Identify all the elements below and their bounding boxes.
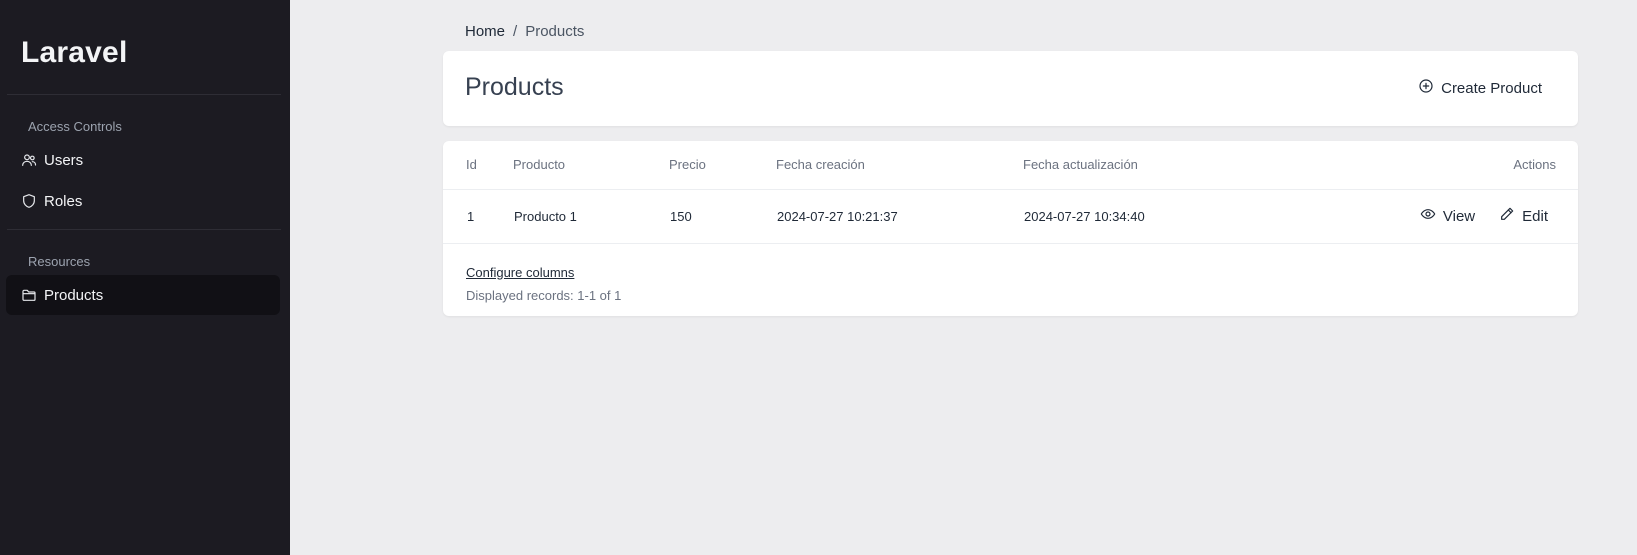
sidebar-item-label: Roles: [44, 192, 83, 210]
page-header-card: Products Create Product: [443, 51, 1578, 126]
sidebar-divider: [7, 229, 281, 230]
products-table-card: Id Producto Precio Fecha creación Fecha …: [443, 141, 1578, 316]
create-product-button[interactable]: Create Product: [1418, 78, 1542, 98]
view-label: View: [1442, 207, 1476, 225]
sidebar-item-products[interactable]: Products: [6, 275, 280, 315]
products-table: Id Producto Precio Fecha creación Fecha …: [443, 141, 1578, 244]
cell-fecha-actualizacion: 2024-07-27 10:34:40: [1023, 189, 1265, 244]
column-header-precio[interactable]: Precio: [669, 141, 776, 190]
section-title-resources: Resources: [28, 254, 91, 269]
table-footer: Configure columns Displayed records: 1-1…: [443, 244, 1578, 303]
folder-icon: [21, 287, 37, 303]
breadcrumb-home[interactable]: Home: [465, 23, 505, 40]
sidebar-divider: [7, 94, 281, 95]
cell-precio: 150: [669, 189, 776, 244]
plus-circle-icon: [1418, 78, 1434, 98]
cell-fecha-creacion: 2024-07-27 10:21:37: [776, 189, 1023, 244]
table-header-row: Id Producto Precio Fecha creación Fecha …: [443, 141, 1578, 190]
cell-id: 1: [443, 189, 513, 244]
sidebar-item-label: Products: [44, 286, 104, 304]
column-header-producto[interactable]: Producto: [513, 141, 669, 190]
breadcrumb-separator: /: [513, 23, 518, 40]
brand-logo[interactable]: Laravel: [21, 36, 127, 70]
cell-producto: Producto 1: [513, 189, 669, 244]
edit-button[interactable]: Edit: [1499, 206, 1548, 226]
sidebar-item-label: Users: [44, 151, 84, 169]
eye-icon: [1420, 206, 1436, 226]
sidebar-item-roles[interactable]: Roles: [6, 181, 280, 221]
column-header-fecha-actualizacion[interactable]: Fecha actualización: [1023, 141, 1265, 190]
page-title: Products: [465, 73, 564, 101]
cell-actions: View Edit: [1264, 189, 1578, 244]
records-count: Displayed records: 1-1 of 1: [466, 287, 622, 303]
edit-label: Edit: [1522, 207, 1548, 225]
users-icon: [21, 152, 37, 168]
shield-icon: [21, 193, 37, 209]
view-button[interactable]: View: [1420, 206, 1475, 226]
table-row: 1 Producto 1 150 2024-07-27 10:21:37 202…: [443, 189, 1578, 244]
create-product-label: Create Product: [1441, 79, 1542, 97]
pencil-icon: [1499, 206, 1515, 226]
column-header-fecha-creacion[interactable]: Fecha creación: [776, 141, 1023, 190]
column-header-actions: Actions: [1264, 141, 1578, 190]
breadcrumb-current: Products: [525, 23, 585, 40]
configure-columns-link[interactable]: Configure columns: [466, 265, 574, 280]
breadcrumb: Home / Products: [465, 23, 584, 40]
column-header-id[interactable]: Id: [443, 141, 513, 190]
section-title-access-controls: Access Controls: [28, 119, 122, 134]
sidebar: Laravel Access Controls Users Roles Reso…: [0, 0, 290, 555]
sidebar-item-users[interactable]: Users: [6, 140, 280, 180]
